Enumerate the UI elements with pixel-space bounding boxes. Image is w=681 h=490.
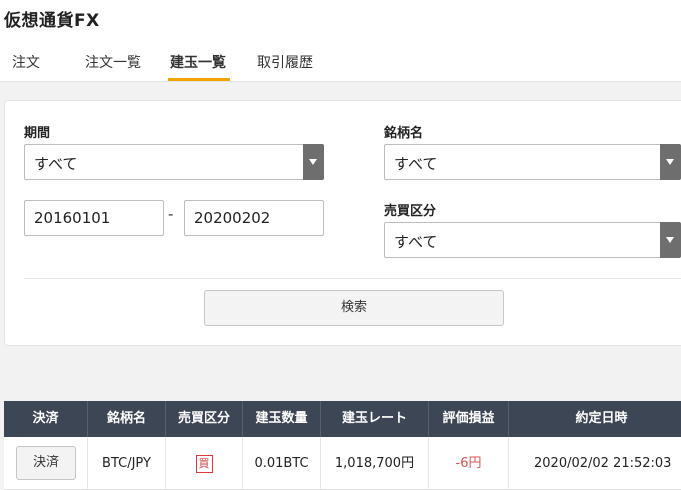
side-label: 売買区分 [384,204,437,219]
chevron-down-icon [660,144,681,180]
filter-divider [24,278,681,279]
symbol-select[interactable]: すべて [384,144,681,180]
col-header-rate: 建玉レート [321,401,429,437]
col-header-datetime: 約定日時 [575,411,628,426]
side-select-value: すべて [394,233,438,251]
date-to-input[interactable] [184,200,324,236]
app-title: 仮想通貨FX [4,11,100,31]
search-button[interactable]: 検索 [204,290,504,326]
col-header-pnl: 評価損益 [429,401,509,437]
cell-datetime: 2020/02/02 21:52:03 [534,456,672,471]
tab-order-list[interactable]: 注文一覧 [85,52,141,72]
tab-trade-history[interactable]: 取引履歴 [257,52,313,72]
col-header-symbol: 銘柄名 [88,401,166,437]
table-row: 決済 BTC/JPY 買 0.01BTC 1,018,700円 -6円 2020… [4,437,681,490]
cell-rate: 1,018,700円 [321,437,429,490]
col-header-settle: 決済 [4,401,88,437]
positions-table-header: 決済 銘柄名 売買区分 建玉数量 建玉レート 評価損益 約定日時 [4,401,681,437]
settle-button[interactable]: 決済 [16,446,76,480]
col-header-quantity: 建玉数量 [243,401,321,437]
cell-pnl: -6円 [429,437,509,490]
tab-positions[interactable]: 建玉一覧 [170,52,226,72]
period-select-value: すべて [34,155,78,173]
cell-symbol: BTC/JPY [88,437,166,490]
side-select[interactable]: すべて [384,222,681,258]
buy-badge: 買 [195,454,213,473]
tab-order[interactable]: 注文 [12,52,40,72]
date-range-separator: - [168,205,174,223]
period-select[interactable]: すべて [24,144,324,180]
date-from-input[interactable] [24,200,164,236]
cell-side: 買 [166,437,243,490]
chevron-down-icon [660,222,681,258]
cell-settle: 決済 [4,437,88,490]
active-tab-indicator [168,78,230,81]
symbol-select-value: すべて [394,155,438,173]
period-label: 期間 [24,126,51,141]
symbol-label: 銘柄名 [384,126,424,141]
chevron-down-icon [303,144,324,180]
cell-quantity: 0.01BTC [243,437,321,490]
col-header-side: 売買区分 [166,401,243,437]
top-bar: 仮想通貨FX 注文 注文一覧 建玉一覧 取引履歴 [0,0,681,82]
